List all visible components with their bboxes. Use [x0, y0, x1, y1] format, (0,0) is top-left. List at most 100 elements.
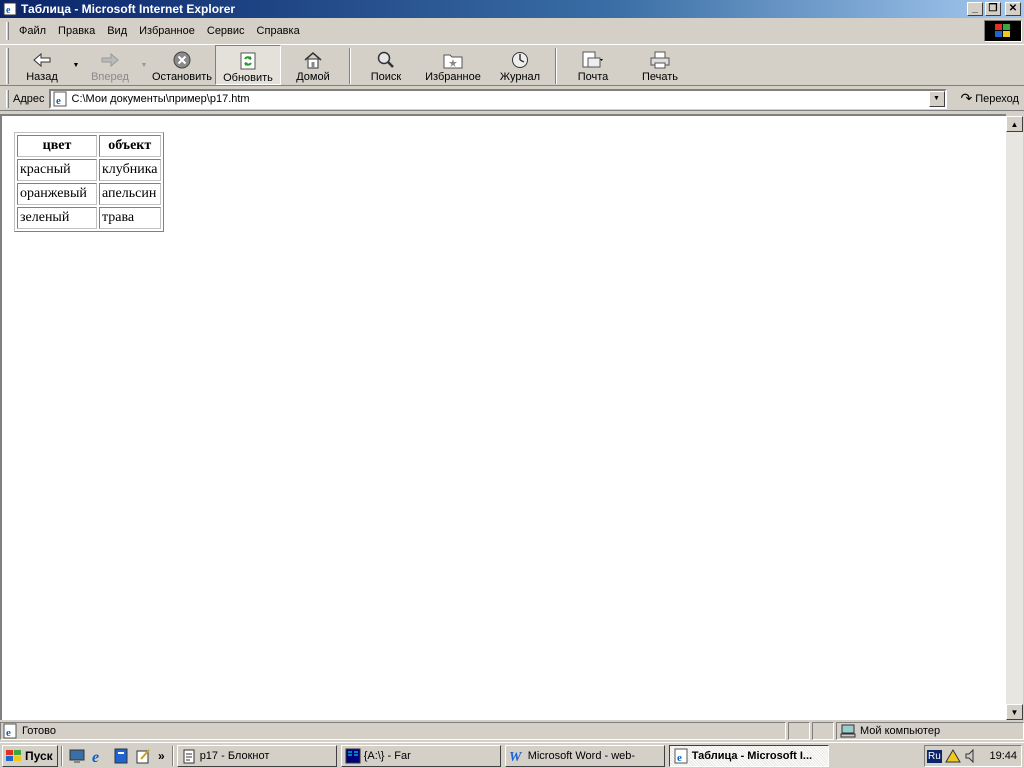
back-dropdown[interactable]: ▼: [71, 45, 81, 85]
address-bar: Адрес e C:\Мои документы\пример\p17.htm …: [0, 87, 1024, 111]
address-book-icon[interactable]: [112, 747, 130, 765]
standard-toolbar: Назад ▼ Вперед ▼ Остановить Обновить Дом…: [0, 44, 1024, 86]
show-desktop-icon[interactable]: [68, 747, 86, 765]
menu-tools[interactable]: Сервис: [201, 22, 251, 40]
menu-help[interactable]: Справка: [251, 22, 306, 40]
print-label: Печать: [641, 71, 679, 83]
table-header-cell: объект: [99, 135, 161, 157]
ie-page-icon: e: [673, 748, 689, 764]
table-cell: красный: [17, 159, 97, 181]
task-word[interactable]: W Microsoft Word - web-: [504, 744, 665, 767]
table-cell: оранжевый: [17, 183, 97, 205]
print-button[interactable]: Печать: [625, 45, 695, 85]
stop-label: Остановить: [151, 71, 213, 83]
back-button[interactable]: Назад: [13, 45, 71, 85]
scroll-down-button[interactable]: ▼: [1006, 704, 1023, 720]
menu-edit[interactable]: Правка: [52, 22, 101, 40]
quicklaunch-more-chevron[interactable]: »: [158, 749, 165, 763]
start-button[interactable]: Пуск: [2, 744, 58, 767]
stop-icon: [170, 49, 194, 71]
menu-file[interactable]: Файл: [13, 22, 52, 40]
title-bar: e Таблица - Microsoft Internet Explorer …: [0, 0, 1024, 18]
history-icon: [508, 49, 532, 71]
svg-text:e: e: [6, 727, 11, 739]
taskbar-separator: [61, 745, 63, 766]
language-indicator[interactable]: Ru: [927, 749, 942, 763]
ie-page-icon: e: [3, 2, 17, 16]
address-value[interactable]: C:\Мои документы\пример\p17.htm: [72, 93, 929, 105]
status-main-pane: e Готово: [0, 722, 786, 740]
notepad-edit-icon[interactable]: [134, 747, 152, 765]
search-icon: [374, 49, 398, 71]
clock[interactable]: 19:44: [989, 750, 1017, 762]
table-header-row: цвет объект: [17, 135, 161, 157]
task-label: {A:\} - Far: [363, 749, 411, 762]
close-button[interactable]: ✕: [1005, 2, 1021, 16]
go-label: Переход: [975, 92, 1019, 105]
svg-text:e: e: [92, 749, 99, 764]
scroll-up-button[interactable]: ▲: [1006, 116, 1023, 132]
mail-icon: [581, 49, 605, 71]
go-arrow-icon: ↷: [960, 90, 973, 106]
ie-page-icon: e: [53, 91, 66, 107]
svg-text:e: e: [6, 5, 11, 16]
address-label: Адрес: [13, 92, 45, 105]
stop-button[interactable]: Остановить: [149, 45, 215, 85]
history-label: Журнал: [499, 71, 541, 83]
toolbar-separator: [555, 48, 557, 84]
go-button[interactable]: ↷ Переход: [961, 90, 1019, 107]
favorites-folder-icon: [441, 49, 465, 71]
task-label: p17 - Блокнот: [199, 749, 270, 762]
search-button[interactable]: Поиск: [355, 45, 417, 85]
windows-logo-icon: [984, 20, 1022, 42]
favorites-label: Избранное: [425, 71, 481, 83]
table-row: зеленый трава: [17, 207, 161, 229]
forward-button[interactable]: Вперед: [81, 45, 139, 85]
mail-label: Почта: [577, 71, 609, 83]
toolbar-grip[interactable]: [6, 48, 9, 84]
windows-flag-icon: [6, 749, 21, 761]
internet-explorer-icon[interactable]: e: [90, 747, 108, 765]
table-cell: зеленый: [17, 207, 97, 229]
table-row: красный клубника: [17, 159, 161, 181]
table-header-cell: цвет: [17, 135, 97, 157]
refresh-button[interactable]: Обновить: [215, 45, 281, 85]
search-label: Поиск: [370, 71, 402, 83]
forward-label: Вперед: [91, 71, 129, 83]
task-label: Таблица - Microsoft I...: [691, 749, 813, 762]
table-cell: клубника: [99, 159, 161, 181]
home-button[interactable]: Домой: [281, 45, 345, 85]
taskbar-separator: [171, 745, 174, 766]
table-cell: трава: [99, 207, 161, 229]
system-tray: Ru 19:44: [924, 745, 1022, 767]
task-ie[interactable]: e Таблица - Microsoft I...: [668, 744, 829, 767]
volume-icon[interactable]: [964, 748, 982, 764]
task-label: Microsoft Word - web-: [527, 749, 636, 762]
tray-app-icon[interactable]: [944, 748, 962, 764]
address-input[interactable]: e C:\Мои документы\пример\p17.htm ▼: [48, 88, 947, 109]
printer-icon: [648, 49, 672, 71]
refresh-label: Обновить: [223, 72, 273, 84]
address-grip[interactable]: [6, 89, 9, 108]
menu-favorites[interactable]: Избранное: [133, 22, 201, 40]
history-button[interactable]: Журнал: [489, 45, 551, 85]
status-text: Готово: [22, 725, 56, 737]
back-label: Назад: [26, 71, 58, 83]
home-label: Домой: [296, 71, 330, 83]
zone-text: Мой компьютер: [860, 725, 941, 737]
menu-view[interactable]: Вид: [101, 22, 133, 40]
table-cell: апельсин: [99, 183, 161, 205]
vertical-scrollbar[interactable]: ▲ ▼: [1006, 116, 1023, 720]
toolbar-separator: [349, 48, 351, 84]
status-cell: [812, 722, 834, 740]
address-dropdown-button[interactable]: ▼: [928, 90, 945, 107]
favorites-button[interactable]: Избранное: [417, 45, 489, 85]
menu-grip[interactable]: [6, 22, 9, 40]
task-notepad[interactable]: p17 - Блокнот: [176, 744, 337, 767]
home-icon: [301, 49, 325, 71]
mail-button[interactable]: Почта: [561, 45, 625, 85]
task-far[interactable]: {A:\} - Far: [340, 744, 501, 767]
forward-dropdown[interactable]: ▼: [139, 45, 149, 85]
restore-button[interactable]: ❐: [985, 2, 1001, 16]
minimize-button[interactable]: _: [967, 2, 983, 16]
